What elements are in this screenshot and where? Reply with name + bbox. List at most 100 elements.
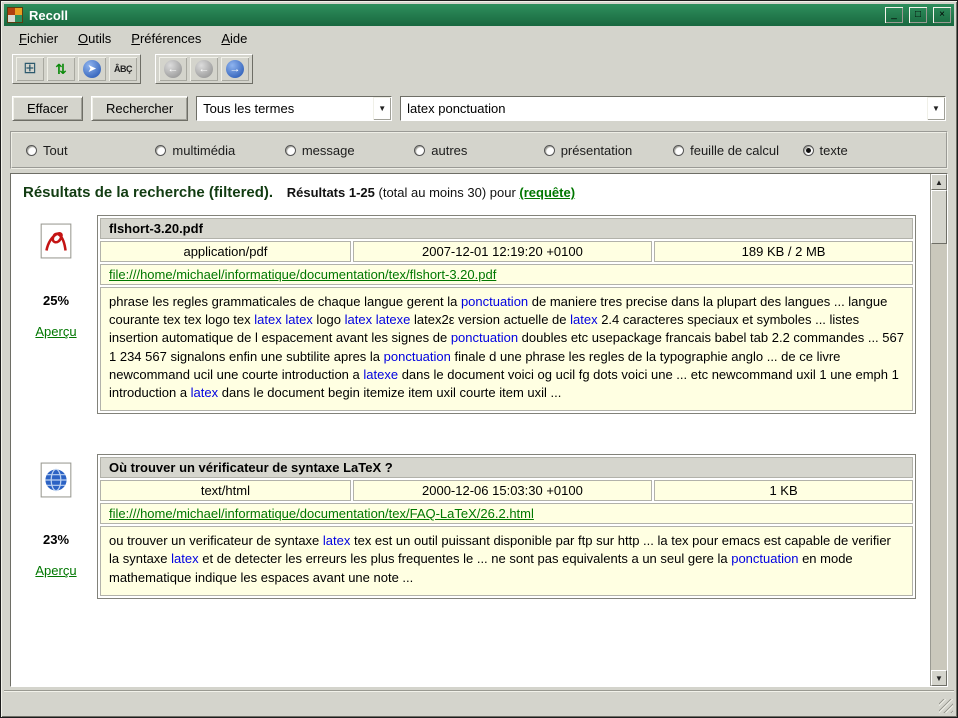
- radio-icon: [414, 145, 425, 156]
- recoll-logo-icon: [7, 7, 23, 23]
- result-left-column: 23% Aperçu: [25, 454, 87, 599]
- previous-page-button[interactable]: ←: [190, 57, 218, 81]
- result-entry: 23% Aperçu Où trouver un vérificateur de…: [25, 454, 916, 599]
- result-entry: 25% Aperçu flshort-3.20.pdf application/…: [25, 215, 916, 414]
- next-page-button[interactable]: →: [221, 57, 249, 81]
- results-title: Résultats de la recherche (filtered).: [23, 184, 273, 201]
- filter-label: multimédia: [172, 143, 235, 158]
- results-frame: Résultats de la recherche (filtered). Ré…: [10, 173, 948, 687]
- result-mime-type: text/html: [100, 480, 351, 501]
- menu-item[interactable]: Préférences: [122, 29, 210, 48]
- next-page-icon: →: [226, 60, 244, 78]
- filter-radio[interactable]: message: [285, 143, 414, 158]
- filter-radio[interactable]: présentation: [544, 143, 673, 158]
- toolbar: ⊞ ⇅ ➤ ÂBÇ ← ← →: [4, 51, 954, 89]
- filter-radio[interactable]: autres: [414, 143, 543, 158]
- search-input[interactable]: [401, 97, 927, 120]
- results-list-area: Résultats de la recherche (filtered). Ré…: [11, 174, 930, 686]
- relevance-percent: 23%: [43, 532, 69, 547]
- result-url-link[interactable]: file:///home/michael/informatique/docume…: [109, 267, 496, 282]
- result-size: 189 KB / 2 MB: [654, 241, 913, 262]
- term-explorer-button[interactable]: ÂBÇ: [109, 57, 137, 81]
- result-title: Où trouver un vérificateur de syntaxe La…: [100, 457, 913, 478]
- menu-item[interactable]: Outils: [69, 29, 120, 48]
- close-button[interactable]: ×: [933, 7, 951, 23]
- results-list: 25% Aperçu flshort-3.20.pdf application/…: [23, 215, 918, 599]
- search-mode-combobox[interactable]: Tous les termes ▼: [196, 96, 392, 121]
- filter-label: feuille de calcul: [690, 143, 779, 158]
- html-globe-icon: [40, 462, 72, 498]
- filter-label: Tout: [43, 143, 68, 158]
- index-update-icon: ⇅: [55, 62, 67, 76]
- chevron-down-icon[interactable]: ▼: [927, 97, 945, 120]
- first-page-icon: ←: [164, 60, 182, 78]
- scroll-up-icon[interactable]: ▲: [931, 174, 947, 190]
- result-title: flshort-3.20.pdf: [100, 218, 913, 239]
- chevron-down-icon[interactable]: ▼: [373, 97, 391, 120]
- preview-link[interactable]: Aperçu: [35, 563, 76, 578]
- search-button[interactable]: Rechercher: [91, 96, 188, 121]
- radio-icon: [155, 145, 166, 156]
- filter-radio[interactable]: feuille de calcul: [673, 143, 802, 158]
- clear-button[interactable]: Effacer: [12, 96, 83, 121]
- table-icon: ⊞: [23, 61, 36, 77]
- document-type-icon: [40, 462, 72, 498]
- menu-bar: FichierOutilsPréférencesAide: [4, 26, 954, 51]
- relevance-percent: 25%: [43, 293, 69, 308]
- scrollbar-track[interactable]: [931, 244, 947, 670]
- radio-icon: [26, 145, 37, 156]
- toolbar-group-main: ⊞ ⇅ ➤ ÂBÇ: [12, 54, 141, 84]
- results-count: Résultats 1-25 (total au moins 30) pour: [287, 185, 520, 200]
- filter-label: présentation: [561, 143, 633, 158]
- first-page-button[interactable]: ←: [159, 57, 187, 81]
- index-update-button[interactable]: ⇅: [47, 57, 75, 81]
- results-header: Résultats de la recherche (filtered). Ré…: [23, 184, 918, 201]
- result-table: Où trouver un vérificateur de syntaxe La…: [97, 454, 916, 599]
- status-bar: [4, 690, 954, 714]
- scroll-down-icon[interactable]: ▼: [931, 670, 947, 686]
- menu-item[interactable]: Aide: [212, 29, 256, 48]
- document-type-icon: [40, 223, 72, 259]
- search-mode-value[interactable]: Tous les termes: [197, 97, 373, 120]
- result-url-link[interactable]: file:///home/michael/informatique/docume…: [109, 506, 534, 521]
- result-snippet: ou trouver un verificateur de syntaxe la…: [100, 526, 913, 596]
- term-explorer-icon: ÂBÇ: [114, 64, 132, 74]
- vertical-scrollbar[interactable]: ▲ ▼: [930, 174, 947, 686]
- maximize-button[interactable]: □: [909, 7, 927, 23]
- external-search-button[interactable]: ➤: [78, 57, 106, 81]
- result-left-column: 25% Aperçu: [25, 215, 87, 414]
- result-snippet: phrase les regles grammaticales de chaqu…: [100, 287, 913, 411]
- pdf-icon: [40, 223, 72, 259]
- filter-radio[interactable]: multimédia: [155, 143, 284, 158]
- result-url-cell: file:///home/michael/informatique/docume…: [100, 264, 913, 285]
- result-date: 2007-12-01 12:19:20 +0100: [353, 241, 652, 262]
- result-date: 2000-12-06 15:03:30 +0100: [353, 480, 652, 501]
- doc-history-button[interactable]: ⊞: [16, 57, 44, 81]
- filter-label: message: [302, 143, 355, 158]
- scrollbar-thumb[interactable]: [931, 190, 947, 244]
- radio-icon: [544, 145, 555, 156]
- radio-icon: [673, 145, 684, 156]
- minimize-button[interactable]: _: [885, 7, 903, 23]
- titlebar[interactable]: Recoll _ □ ×: [4, 4, 954, 26]
- previous-page-icon: ←: [195, 60, 213, 78]
- radio-icon: [803, 145, 814, 156]
- category-filter-panel: Tout multimédia message autres présentat…: [10, 131, 948, 169]
- query-link[interactable]: (requête): [519, 185, 575, 200]
- result-url-cell: file:///home/michael/informatique/docume…: [100, 503, 913, 524]
- toolbar-group-navigation: ← ← →: [155, 54, 253, 84]
- filter-label: autres: [431, 143, 467, 158]
- preview-link[interactable]: Aperçu: [35, 324, 76, 339]
- result-table: flshort-3.20.pdf application/pdf 2007-12…: [97, 215, 916, 414]
- result-mime-type: application/pdf: [100, 241, 351, 262]
- result-size: 1 KB: [654, 480, 913, 501]
- query-combobox[interactable]: ▼: [400, 96, 946, 121]
- filter-radio[interactable]: Tout: [26, 143, 155, 158]
- web-globe-icon: ➤: [83, 60, 101, 78]
- radio-icon: [285, 145, 296, 156]
- menu-item[interactable]: Fichier: [10, 29, 67, 48]
- filter-label: texte: [820, 143, 848, 158]
- resize-grip-icon[interactable]: [939, 699, 953, 713]
- filter-radio[interactable]: texte: [803, 143, 932, 158]
- search-bar: Effacer Rechercher Tous les termes ▼ ▼: [4, 89, 954, 129]
